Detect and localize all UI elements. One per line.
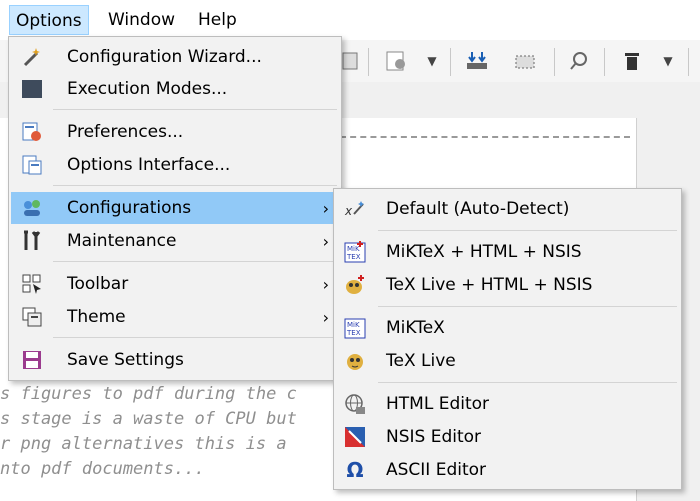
svg-text:MiK: MiK [347, 321, 360, 329]
menu-item-options-interface[interactable]: Options Interface... [11, 149, 339, 181]
menu-item-preferences[interactable]: Preferences... [11, 116, 339, 148]
code-line: nto pdf documents... [0, 459, 205, 479]
menu-item-default-auto-detect[interactable]: x Default (Auto-Detect) [336, 193, 679, 225]
menu-item-miktex-html-nsis[interactable]: MiK TEX MiKTeX + HTML + NSIS [336, 236, 679, 268]
menu-item-theme[interactable]: Theme › [11, 301, 339, 333]
code-line: s figures to pdf during the c [0, 384, 297, 404]
settings-doc-icon[interactable] [382, 46, 412, 76]
dropdown-arrow-icon[interactable]: ▼ [660, 46, 676, 76]
menu-item-ascii-editor[interactable]: Ω ASCII Editor [336, 454, 679, 486]
menu-options[interactable]: Options [9, 5, 89, 35]
menu-help[interactable]: Help [192, 5, 243, 35]
nsis-icon [344, 426, 366, 448]
menu-item-toolbar[interactable]: Toolbar › [11, 268, 339, 300]
chevron-right-icon: › [322, 198, 329, 218]
options-menu: Configuration Wizard... Execution Modes.… [8, 36, 342, 381]
chevron-right-icon: › [322, 274, 329, 294]
chevron-right-icon: › [322, 307, 329, 327]
save-icon [21, 349, 43, 371]
chevron-right-icon: › [322, 231, 329, 251]
code-line: s stage is a waste of CPU but [0, 409, 297, 429]
options-interface-icon [21, 154, 43, 176]
square-icon [21, 78, 43, 100]
miktex-plus-icon: MiK TEX [344, 241, 366, 263]
menu-item-miktex[interactable]: MiK TEX MiKTeX [336, 312, 679, 344]
toolbar-icon [21, 273, 43, 295]
separator-line [340, 136, 630, 138]
texlive-plus-icon [344, 274, 366, 296]
menu-item-nsis-editor[interactable]: NSIS Editor [336, 421, 679, 453]
trash-icon[interactable] [620, 46, 644, 76]
svg-text:x: x [344, 204, 353, 218]
wand-icon [21, 46, 43, 68]
auto-detect-icon: x [344, 198, 366, 220]
menu-item-save-settings[interactable]: Save Settings [11, 344, 339, 376]
package-icon[interactable] [510, 46, 540, 76]
menu-item-texlive[interactable]: TeX Live [336, 345, 679, 377]
svg-text:MiK: MiK [347, 245, 360, 253]
menu-bar: Options Window Help [0, 0, 700, 40]
menu-item-execution-modes[interactable]: Execution Modes... [11, 73, 339, 105]
globe-icon [344, 393, 366, 415]
svg-text:TEX: TEX [346, 329, 361, 337]
theme-icon [21, 306, 43, 328]
tools-icon [21, 230, 43, 252]
code-line: r png alternatives this is a [0, 434, 287, 454]
menu-window[interactable]: Window [102, 5, 181, 35]
miktex-icon: MiK TEX [344, 317, 366, 339]
menu-item-configurations[interactable]: Configurations › [11, 192, 339, 224]
configurations-icon [21, 197, 43, 219]
preferences-icon [21, 121, 43, 143]
download-icon[interactable] [462, 46, 492, 76]
menu-item-maintenance[interactable]: Maintenance › [11, 225, 339, 257]
menu-item-texlive-html-nsis[interactable]: TeX Live + HTML + NSIS [336, 269, 679, 301]
dropdown-arrow-icon[interactable]: ▼ [424, 46, 440, 76]
search-icon[interactable] [566, 46, 592, 76]
menu-item-html-editor[interactable]: HTML Editor [336, 388, 679, 420]
menu-item-configuration-wizard[interactable]: Configuration Wizard... [11, 41, 339, 73]
configurations-submenu: x Default (Auto-Detect) MiK TEX MiKTeX + … [333, 188, 682, 490]
svg-text:TEX: TEX [346, 253, 361, 261]
texlive-icon [344, 350, 366, 372]
omega-icon: Ω [346, 458, 364, 482]
